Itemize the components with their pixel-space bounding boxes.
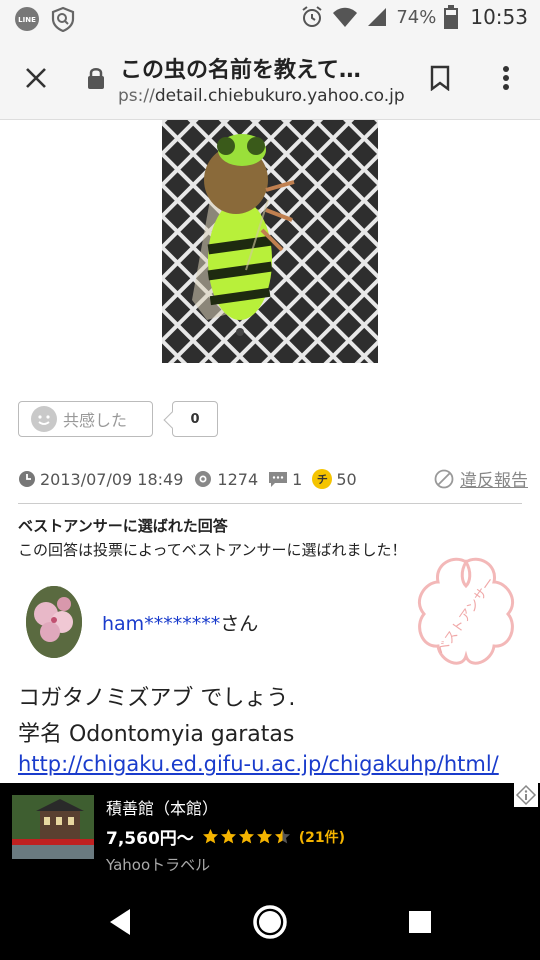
back-button[interactable] [98,900,142,944]
signal-icon [368,8,387,26]
answer-text-line2: 学名 Odontomyia garatas [18,722,295,747]
username-text: ham******** [102,613,221,635]
page-title[interactable]: この虫の名前を教えて… [120,52,400,84]
answer-link[interactable]: http://chigaku.ed.gifu-u.ac.jp/chigakuhp… [18,752,499,776]
ad-choices-button[interactable] [514,783,538,807]
ad-source: Yahooトラベル [106,856,211,874]
overflow-menu-button[interactable] [486,58,526,98]
star-icon [274,829,290,844]
bookmark-button[interactable] [420,58,460,98]
post-date: 2013/07/09 18:49 [40,469,184,489]
empathy-label: 共感した [63,411,128,430]
alarm-icon [302,6,322,27]
insect-photo[interactable] [162,120,378,363]
clock-icon [19,471,35,487]
ad-price-row: 7,560円〜 (21件) [106,824,345,849]
ad-thumbnail[interactable] [12,795,94,859]
url-scheme: ps:// [118,86,155,106]
ad-review-count: (21件) [298,829,346,846]
star-icon [256,829,272,844]
star-icon [202,829,218,844]
line-icon: LINE [15,7,39,31]
report-link[interactable]: 違反報告 [434,466,528,491]
eye-icon [195,471,212,487]
close-icon [26,68,46,88]
battery-percent: 74% [396,6,437,28]
back-icon [110,909,130,935]
empathy-button[interactable]: 共感した [18,401,153,437]
home-button[interactable] [248,900,292,944]
clock: 10:53 [470,5,528,29]
star-icon [238,829,254,844]
username-suffix: さん [220,613,259,635]
recents-icon [409,911,431,933]
browser-toolbar: この虫の名前を教えて… ps://detail.chiebukuro.yahoo… [0,38,540,120]
answer-meta: 2013/07/09 18:49 1274 1 チ 50 違反報告 [18,466,528,492]
views-item: 1274 [193,470,258,489]
home-icon [253,905,287,939]
empathy-count: 0 [172,401,218,437]
comment-count: 1 [292,469,303,489]
report-label: 違反報告 [460,471,528,491]
best-answer-heading: ベストアンサーに選ばれた回答 [18,517,228,535]
bookmark-icon [430,65,450,91]
comment-icon [269,472,288,487]
system-nav-bar [0,880,540,960]
recents-button[interactable] [398,900,442,944]
svg-text:LINE: LINE [18,16,36,24]
ad-title[interactable]: 積善館（本館） [106,795,218,819]
best-answer-description: この回答は投票によってベストアンサーに選ばれました！ [18,541,407,559]
best-answer-stamp: ベストアンサー [417,557,515,665]
more-vert-icon [503,66,509,90]
view-count: 1274 [217,469,259,489]
coin-count: 50 [336,469,357,489]
ad-price: 7,560円〜 [106,829,194,849]
smiley-icon [31,406,57,432]
chie-coin-icon: チ [312,469,333,489]
rating-stars [202,828,291,845]
coins-item: チ 50 [312,469,357,489]
prohibited-icon [434,469,454,488]
url-host: detail.chiebukuro.yahoo.co.jp [154,86,405,106]
battery-icon [444,5,459,29]
info-icon [515,784,537,806]
shield-icon [51,6,75,32]
wifi-icon [333,7,358,27]
avatar[interactable] [26,586,82,658]
answer-text-line1: コガタノミズアブ でしょう. [18,686,296,711]
lock-icon [88,68,104,89]
comments-item[interactable]: 1 [268,470,302,489]
ad-banner[interactable]: 積善館（本館） 7,560円〜 (21件) Yahooトラベル [0,783,540,880]
star-icon [220,829,236,844]
page-url[interactable]: ps://detail.chiebukuro.yahoo.co.jp [118,86,408,106]
divider [18,503,522,504]
status-bar: LINE 74% 10:53 [0,0,540,38]
answerer-name[interactable]: ham********さん [102,609,258,636]
date-item: 2013/07/09 18:49 [18,470,183,489]
close-tab-button[interactable] [16,58,56,98]
